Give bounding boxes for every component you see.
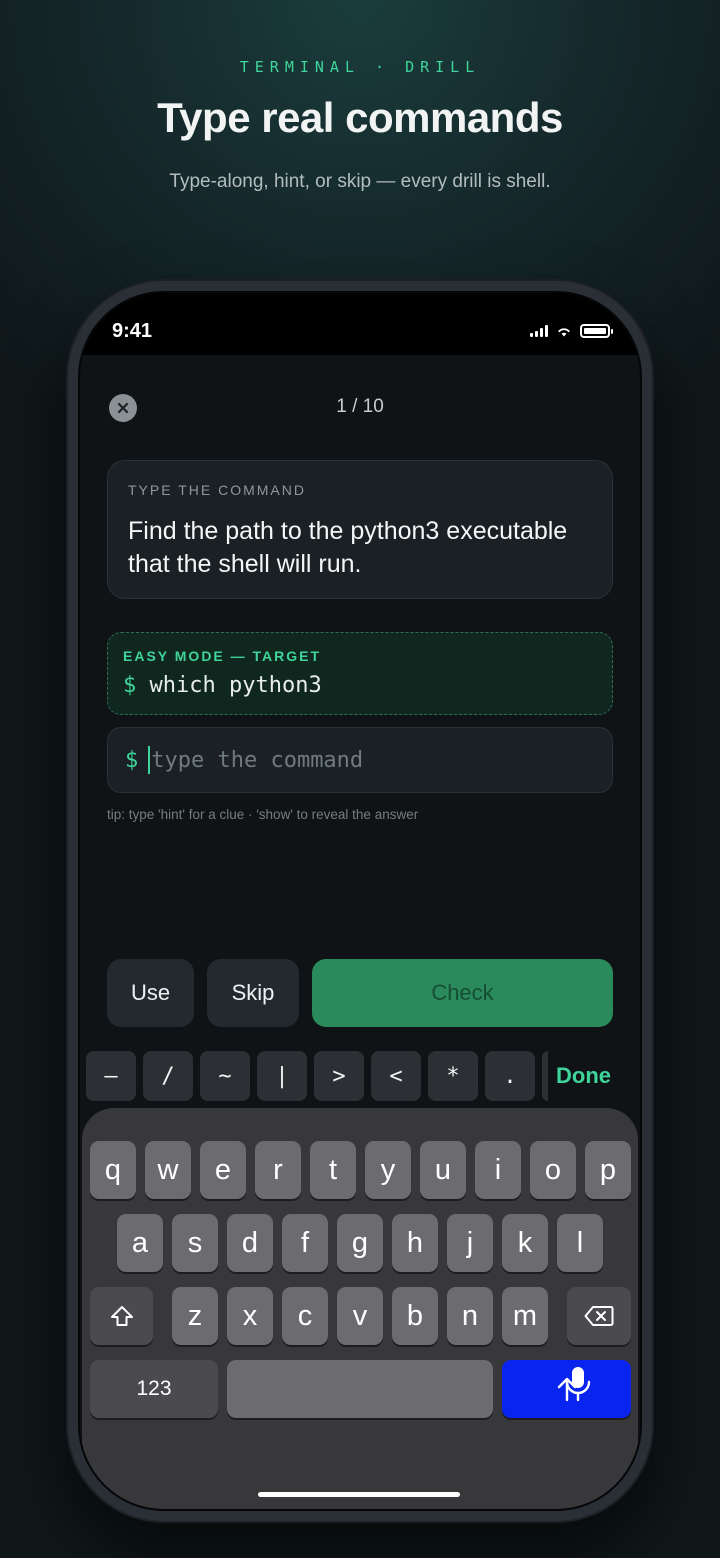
key-c[interactable]: c xyxy=(282,1287,328,1345)
key-b[interactable]: b xyxy=(392,1287,438,1345)
key-z[interactable]: z xyxy=(172,1287,218,1345)
phone-frame: 9:41 1 / 10 TYPE THE COMMAND Find the pa… xyxy=(68,281,652,1521)
key-u[interactable]: u xyxy=(420,1141,466,1199)
status-time: 9:41 xyxy=(112,320,153,342)
key-y[interactable]: y xyxy=(365,1141,411,1199)
key-s[interactable]: s xyxy=(172,1214,218,1272)
key-i[interactable]: i xyxy=(475,1141,521,1199)
key-t[interactable]: t xyxy=(310,1141,356,1199)
accessory-key-partial xyxy=(542,1051,548,1101)
target-prompt-symbol: $ xyxy=(123,673,137,698)
target-command: $ which python3 xyxy=(123,673,322,698)
done-button[interactable]: Done xyxy=(556,1051,611,1101)
key-p[interactable]: p xyxy=(585,1141,631,1199)
key-a[interactable]: a xyxy=(117,1214,163,1272)
use-button[interactable]: Use xyxy=(107,959,194,1027)
key-m[interactable]: m xyxy=(502,1287,548,1345)
keyboard-accessory-bar: – / ~ | > < * . Done xyxy=(80,1051,640,1103)
accessory-key-less-than[interactable]: < xyxy=(371,1051,421,1101)
signal-icon xyxy=(530,325,548,337)
phone-screen: 9:41 1 / 10 TYPE THE COMMAND Find the pa… xyxy=(80,293,640,1509)
eyebrow-label: TERMINAL · DRILL xyxy=(239,58,481,76)
text-caret xyxy=(148,746,151,774)
key-r[interactable]: r xyxy=(255,1141,301,1199)
page-subtitle: Type-along, hint, or skip — every drill … xyxy=(169,171,551,192)
key-e[interactable]: e xyxy=(200,1141,246,1199)
microphone-icon xyxy=(565,1367,591,1402)
easy-mode-target: EASY MODE — TARGET $ which python3 xyxy=(107,632,613,715)
input-prompt-symbol: $ xyxy=(125,747,139,773)
prompt-card: TYPE THE COMMAND Find the path to the py… xyxy=(107,460,613,599)
wifi-icon xyxy=(558,328,570,337)
tip-text: tip: type 'hint' for a clue · 'show' to … xyxy=(107,807,419,822)
key-k[interactable]: k xyxy=(502,1214,548,1272)
shift-icon xyxy=(110,1306,133,1326)
target-command-text: which python3 xyxy=(149,673,322,698)
command-input[interactable]: $ type the command xyxy=(107,727,613,793)
accessory-key-asterisk[interactable]: * xyxy=(428,1051,478,1101)
prompt-text: Find the path to the python3 executable … xyxy=(128,517,568,578)
accessory-key-dot[interactable]: . xyxy=(485,1051,535,1101)
target-label: EASY MODE — TARGET xyxy=(123,648,322,664)
key-o[interactable]: o xyxy=(530,1141,576,1199)
home-indicator xyxy=(258,1492,460,1497)
key-g[interactable]: g xyxy=(337,1214,383,1272)
status-bar: 9:41 xyxy=(80,293,640,355)
key-f[interactable]: f xyxy=(282,1214,328,1272)
prompt-label: TYPE THE COMMAND xyxy=(128,482,306,498)
space-key[interactable] xyxy=(227,1360,493,1418)
shift-key[interactable] xyxy=(90,1287,153,1345)
accessory-key-slash[interactable]: / xyxy=(143,1051,193,1101)
command-input-placeholder: type the command xyxy=(151,747,364,773)
key-j[interactable]: j xyxy=(447,1214,493,1272)
key-h[interactable]: h xyxy=(392,1214,438,1272)
key-d[interactable]: d xyxy=(227,1214,273,1272)
key-q[interactable]: q xyxy=(90,1141,136,1199)
accessory-key-dash[interactable]: – xyxy=(86,1051,136,1101)
accessory-key-pipe[interactable]: | xyxy=(257,1051,307,1101)
drill-progress: 1 / 10 xyxy=(336,396,384,417)
accessory-key-tilde[interactable]: ~ xyxy=(200,1051,250,1101)
dictation-button[interactable] xyxy=(564,1365,592,1408)
key-x[interactable]: x xyxy=(227,1287,273,1345)
key-v[interactable]: v xyxy=(337,1287,383,1345)
accessory-key-greater-than[interactable]: > xyxy=(314,1051,364,1101)
check-button[interactable]: Check xyxy=(312,959,613,1027)
skip-button[interactable]: Skip xyxy=(207,959,299,1027)
status-icons xyxy=(530,324,613,338)
key-w[interactable]: w xyxy=(145,1141,191,1199)
delete-icon xyxy=(584,1306,614,1326)
key-n[interactable]: n xyxy=(447,1287,493,1345)
delete-key[interactable] xyxy=(567,1287,631,1345)
page-title: Type real commands xyxy=(157,94,563,141)
key-l[interactable]: l xyxy=(557,1214,603,1272)
numbers-key[interactable]: 123 xyxy=(90,1360,218,1418)
battery-icon xyxy=(580,324,613,338)
